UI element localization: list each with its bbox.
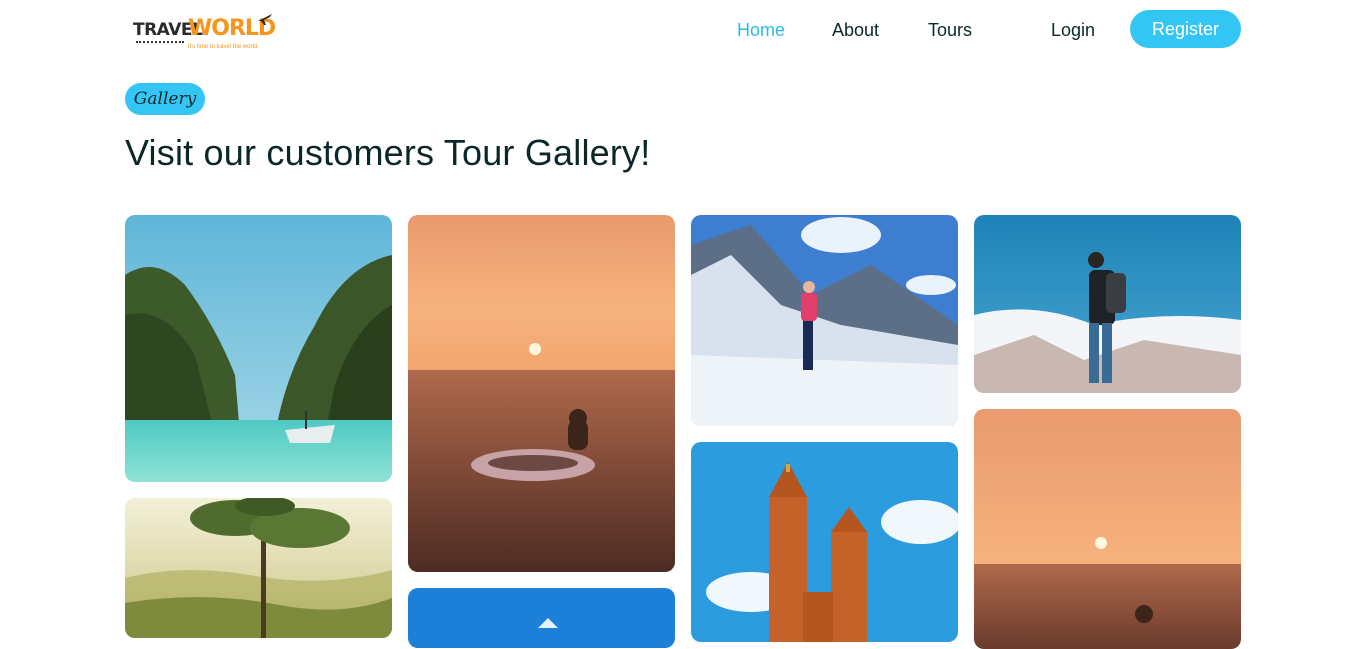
logo[interactable]: TRAVEL WORLD it's time to travel the wor…: [133, 12, 276, 54]
sunset-swimmer-photo-2: [974, 409, 1241, 649]
gallery-image-blue-sky[interactable]: [408, 588, 675, 648]
gallery-image-sunset-swimmer[interactable]: [408, 215, 675, 572]
login-button[interactable]: Login: [1051, 20, 1095, 41]
gallery-image-glacier-climber[interactable]: [691, 215, 958, 426]
nav-link-tours[interactable]: Tours: [928, 20, 972, 41]
pine-valley-photo: [125, 498, 392, 638]
church-towers-photo: [691, 442, 958, 642]
gallery-image-lagoon[interactable]: [125, 215, 392, 482]
blue-sky-photo: [408, 588, 675, 648]
lagoon-photo: [125, 215, 392, 482]
gallery-badge: Gallery: [125, 83, 205, 115]
gallery-image-pine-valley[interactable]: [125, 498, 392, 638]
gallery-image-church-towers[interactable]: [691, 442, 958, 642]
gallery-image-sunset-swimmer-2[interactable]: [974, 409, 1241, 649]
site-header: TRAVEL WORLD it's time to travel the wor…: [0, 0, 1366, 62]
summit-hiker-photo: [974, 215, 1241, 393]
airplane-icon: [258, 14, 272, 25]
nav-link-about[interactable]: About: [832, 20, 879, 41]
sunset-swimmer-photo: [408, 215, 675, 572]
logo-tagline: it's time to travel the world: [188, 44, 258, 50]
nav-link-home[interactable]: Home: [737, 20, 785, 41]
register-button[interactable]: Register: [1130, 10, 1241, 48]
logo-dotted-line: [136, 41, 184, 43]
gallery-image-summit-hiker[interactable]: [974, 215, 1241, 393]
section-title: Visit our customers Tour Gallery!: [125, 132, 651, 173]
glacier-climber-photo: [691, 215, 958, 426]
